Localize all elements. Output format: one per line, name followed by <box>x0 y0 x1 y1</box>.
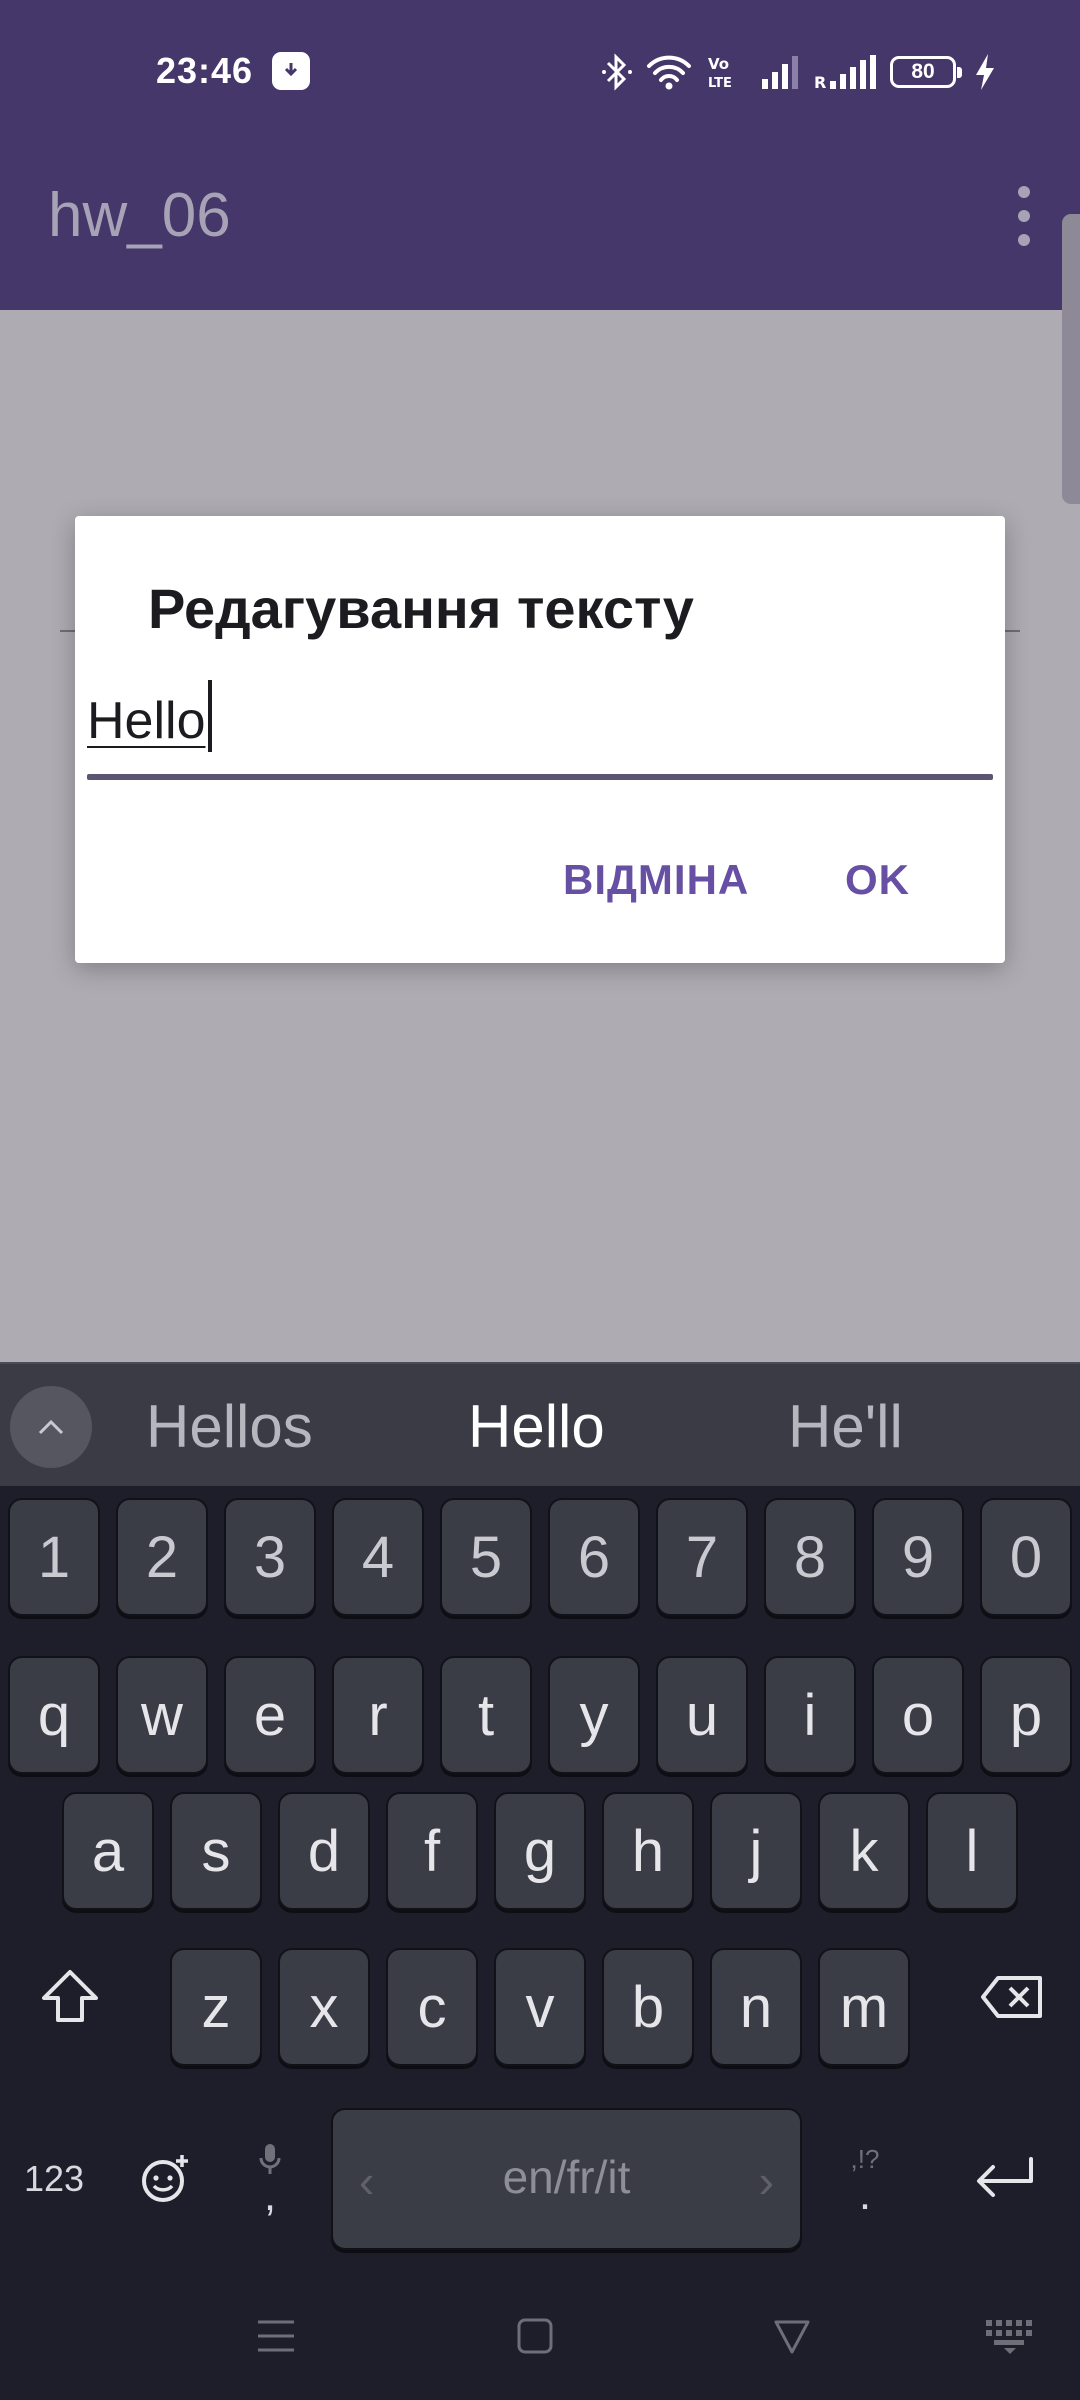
suggestion-3[interactable]: He'll <box>788 1392 903 1461</box>
key-e[interactable]: e <box>224 1656 316 1774</box>
svg-text:LTE: LTE <box>708 76 732 91</box>
key-k[interactable]: k <box>818 1792 910 1910</box>
comma-key[interactable]: , <box>228 2108 312 2250</box>
key-n[interactable]: n <box>710 1948 802 2066</box>
key-t[interactable]: t <box>440 1656 532 1774</box>
emoji-icon <box>142 2155 188 2202</box>
emoji-key[interactable] <box>120 2108 210 2250</box>
text-cursor <box>207 680 212 752</box>
space-key[interactable]: ‹ en/fr/it › <box>331 2108 802 2250</box>
key-b[interactable]: b <box>602 1948 694 2066</box>
dialog-title: Редагування тексту <box>148 577 694 640</box>
key-s[interactable]: s <box>170 1792 262 1910</box>
key-u[interactable]: u <box>656 1656 748 1774</box>
shift-icon <box>42 1970 98 2022</box>
key-1[interactable]: 1 <box>8 1498 100 1616</box>
overflow-menu-icon[interactable] <box>1004 186 1044 246</box>
key-0[interactable]: 0 <box>980 1498 1072 1616</box>
key-3[interactable]: 3 <box>224 1498 316 1616</box>
chevron-right-icon: › <box>758 2155 774 2207</box>
key-j[interactable]: j <box>710 1792 802 1910</box>
key-d[interactable]: d <box>278 1792 370 1910</box>
symbols-key[interactable]: 123 <box>6 2108 102 2250</box>
enter-key[interactable] <box>950 2108 1060 2250</box>
key-9[interactable]: 9 <box>872 1498 964 1616</box>
key-y[interactable]: y <box>548 1656 640 1774</box>
key-f[interactable]: f <box>386 1792 478 1910</box>
text-input-field[interactable]: Hello <box>87 680 993 780</box>
svg-text:R: R <box>814 73 826 89</box>
key-a[interactable]: a <box>62 1792 154 1910</box>
battery-icon: 80 <box>890 56 962 88</box>
key-z[interactable]: z <box>170 1948 262 2066</box>
svg-text:Vo: Vo <box>708 55 729 73</box>
key-q[interactable]: q <box>8 1656 100 1774</box>
key-4[interactable]: 4 <box>332 1498 424 1616</box>
chevron-up-icon <box>38 1419 64 1435</box>
ok-button[interactable]: OK <box>845 856 910 904</box>
input-underline <box>87 774 993 780</box>
signal-icon <box>762 56 798 89</box>
app-title: hw_06 <box>48 181 231 250</box>
suggestion-bar: Hellos Hello He'll <box>0 1362 1080 1486</box>
download-notification-icon <box>272 52 310 90</box>
key-g[interactable]: g <box>494 1792 586 1910</box>
charging-icon <box>976 54 994 90</box>
roaming-signal-icon: R <box>814 55 876 89</box>
suggestion-1[interactable]: Hellos <box>146 1392 313 1461</box>
wifi-icon <box>647 55 691 90</box>
system-nav-bar <box>0 2280 1080 2400</box>
key-x[interactable]: x <box>278 1948 370 2066</box>
edit-text-dialog: Редагування тексту Hello ВІДМІНА OK <box>75 516 1005 963</box>
key-h[interactable]: h <box>602 1792 694 1910</box>
key-c[interactable]: c <box>386 1948 478 2066</box>
key-m[interactable]: m <box>818 1948 910 2066</box>
bluetooth-icon <box>602 53 632 91</box>
status-icons: Vo LTE R 80 <box>602 52 996 92</box>
key-6[interactable]: 6 <box>548 1498 640 1616</box>
key-i[interactable]: i <box>764 1656 856 1774</box>
back-icon[interactable] <box>772 2316 812 2356</box>
key-o[interactable]: o <box>872 1656 964 1774</box>
text-input-value[interactable]: Hello <box>87 680 212 752</box>
home-icon[interactable] <box>515 2316 555 2356</box>
keyboard: Hellos Hello He'll 1234567890qwertyuiopa… <box>0 1362 1080 2400</box>
collapse-toolbar-button[interactable] <box>10 1386 92 1468</box>
period-key[interactable]: ,!? . <box>820 2108 910 2250</box>
keyboard-switch-icon[interactable] <box>984 2316 1036 2356</box>
key-2[interactable]: 2 <box>116 1498 208 1616</box>
key-w[interactable]: w <box>116 1656 208 1774</box>
key-8[interactable]: 8 <box>764 1498 856 1616</box>
app-bar: hw_06 <box>0 142 1080 310</box>
backspace-icon <box>981 1976 1042 2018</box>
volte-icon: Vo LTE <box>708 55 732 91</box>
side-scroll-handle[interactable] <box>1062 214 1080 504</box>
key-l[interactable]: l <box>926 1792 1018 1910</box>
key-r[interactable]: r <box>332 1656 424 1774</box>
battery-level: 80 <box>911 60 935 83</box>
backspace-key[interactable] <box>960 1926 1064 2068</box>
space-language-label: en/fr/it <box>502 2151 631 2203</box>
key-7[interactable]: 7 <box>656 1498 748 1616</box>
shift-key[interactable] <box>18 1926 122 2068</box>
status-bar: 23:46 Vo LTE R 80 <box>0 0 1080 142</box>
enter-icon <box>977 2157 1033 2197</box>
cancel-button[interactable]: ВІДМІНА <box>563 856 749 904</box>
key-p[interactable]: p <box>980 1656 1072 1774</box>
status-time: 23:46 <box>156 50 254 91</box>
key-5[interactable]: 5 <box>440 1498 532 1616</box>
menu-icon[interactable] <box>256 2316 296 2356</box>
key-v[interactable]: v <box>494 1948 586 2066</box>
suggestion-2[interactable]: Hello <box>468 1392 605 1461</box>
